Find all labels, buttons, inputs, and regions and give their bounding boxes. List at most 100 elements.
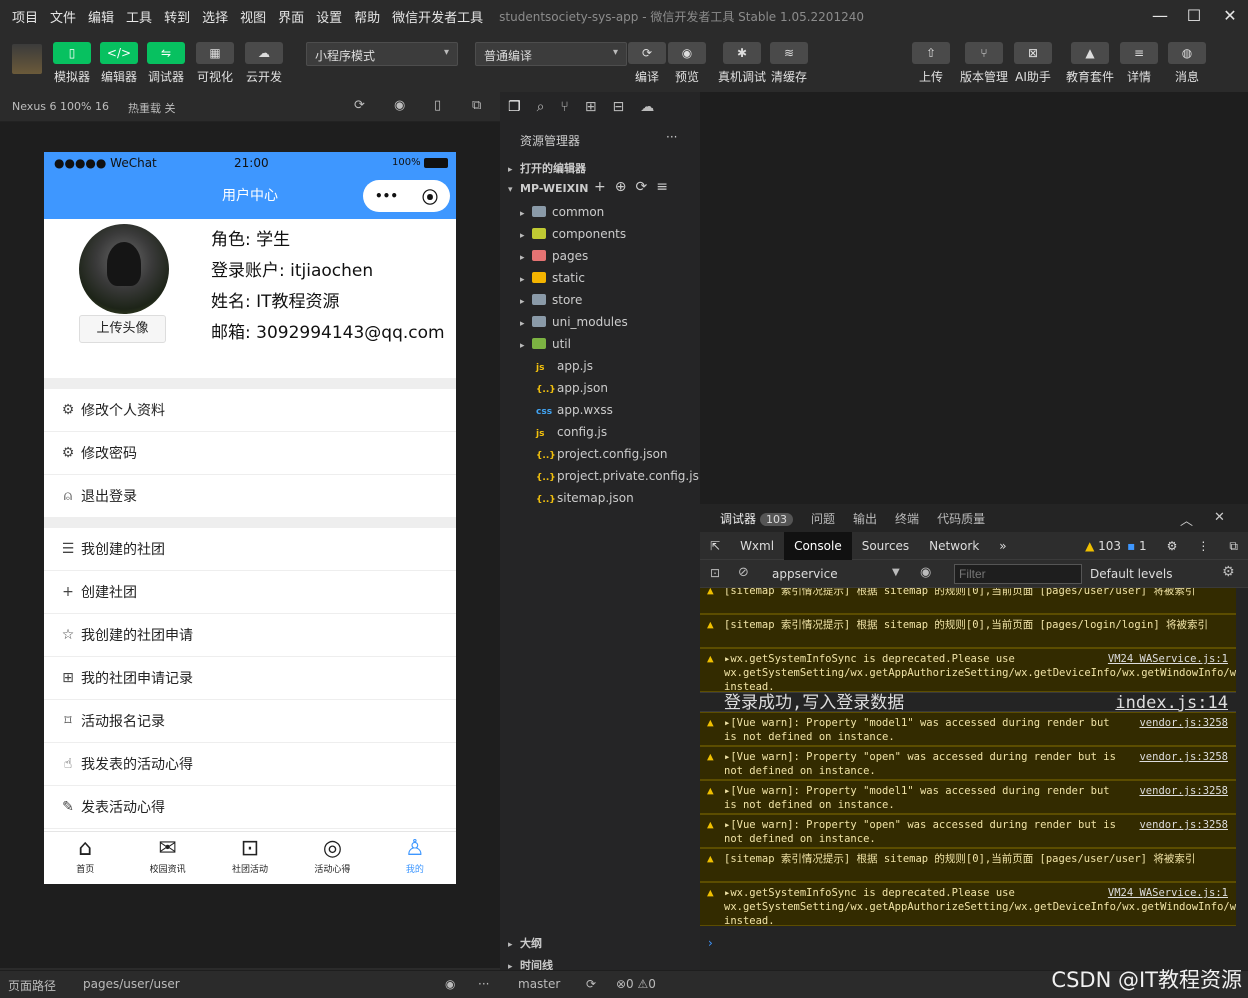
levels-select[interactable]: Default levels: [1090, 567, 1172, 581]
docker-icon[interactable]: ☁: [640, 99, 654, 115]
toolbar-layers-button[interactable]: ≋ 清缓存: [770, 42, 808, 85]
rotate-icon[interactable]: ⟳: [354, 98, 365, 113]
console-message[interactable]: ▲ vendor.js:3258 ▸[Vue warn]: Property "op…: [700, 814, 1236, 848]
files-icon[interactable]: ❐: [508, 99, 521, 115]
popout-icon[interactable]: ⧉: [472, 98, 481, 113]
menu-row[interactable]: ✎ 发表活动心得: [44, 786, 456, 829]
more-icon[interactable]: ···: [478, 977, 489, 991]
menu-item[interactable]: 帮助: [354, 7, 380, 26]
toolbar-layout-button[interactable]: ▦ 可视化: [196, 42, 234, 85]
menu-item[interactable]: 文件: [50, 7, 76, 26]
console-message[interactable]: ▲ [sitemap 索引情况提示] 根据 sitemap 的规则[0],当前页面…: [700, 848, 1236, 882]
sync-icon[interactable]: ⟳: [586, 977, 596, 991]
source-link[interactable]: VM24 WAService.js:1: [1108, 652, 1228, 666]
context-select[interactable]: appservice: [772, 567, 838, 581]
console-message[interactable]: index.js:14 登录成功,写入登录数据: [700, 692, 1236, 712]
eye-icon[interactable]: ◉: [920, 565, 931, 580]
device-icon[interactable]: ▯: [434, 98, 441, 113]
filter-input[interactable]: [954, 564, 1082, 584]
page-path-label[interactable]: 页面路径: [8, 977, 56, 994]
menu-item[interactable]: 编辑: [88, 7, 114, 26]
search-icon[interactable]: ⌕: [537, 99, 545, 115]
more-tabs-icon[interactable]: »: [989, 532, 1016, 560]
menu-row[interactable]: + 创建社团: [44, 571, 456, 614]
source-control-icon[interactable]: ⑂: [560, 99, 568, 115]
tab-home[interactable]: ⌂ 首页: [44, 832, 126, 884]
close-button[interactable]: ✕: [1220, 6, 1240, 26]
folder-item[interactable]: ▸ uni_modules: [520, 315, 720, 329]
toolbar-ai-button[interactable]: ⊠ AI助手: [1014, 42, 1052, 85]
source-link[interactable]: vendor.js:3258: [1139, 750, 1228, 764]
problems-label[interactable]: ⊗0 ⚠0: [616, 977, 656, 991]
toolbar-cloud-button[interactable]: ☁ 云开发: [245, 42, 283, 85]
folder-item[interactable]: ▸ common: [520, 205, 720, 219]
open-editors-section[interactable]: ▸ 打开的编辑器: [508, 160, 708, 176]
compile-select[interactable]: 普通编译: [475, 42, 627, 66]
tab-aperture[interactable]: ◎ 活动心得: [291, 832, 373, 884]
more-icon[interactable]: •••: [375, 189, 398, 203]
explorer-actions[interactable]: +⊕⟳≡: [594, 179, 694, 195]
maximize-button[interactable]: ☐: [1184, 6, 1204, 26]
device-select[interactable]: Nexus 6 100% 16: [12, 100, 109, 113]
devtools-tab[interactable]: 输出: [853, 510, 877, 527]
menu-item[interactable]: 项目: [12, 7, 38, 26]
menu-row[interactable]: ☝ 我发表的活动心得: [44, 743, 456, 786]
menu-row[interactable]: ⍝ 退出登录: [44, 475, 456, 518]
console-tab[interactable]: Sources: [852, 532, 919, 560]
toolbar-bell-button[interactable]: ◍ 消息: [1168, 42, 1206, 85]
page-path[interactable]: pages/user/user: [83, 977, 180, 991]
source-link[interactable]: index.js:14: [1115, 695, 1228, 712]
branch-label[interactable]: master: [518, 977, 560, 991]
storage-icon[interactable]: ⊟: [613, 99, 625, 115]
console-settings-icon[interactable]: ⚙: [1222, 564, 1235, 580]
source-link[interactable]: vendor.js:3258: [1139, 784, 1228, 798]
toolbar-bug-button[interactable]: ✱ 真机调试: [718, 42, 766, 85]
console-prompt-icon[interactable]: ›: [708, 936, 713, 950]
console-tab[interactable]: Network: [919, 532, 989, 560]
extensions-icon[interactable]: ⊞: [585, 99, 597, 115]
console-tab[interactable]: Console: [784, 531, 852, 560]
console-message[interactable]: ▲ vendor.js:3258 ▸[Vue warn]: Property "mo…: [700, 780, 1236, 814]
folder-item[interactable]: ▸ pages: [520, 249, 720, 263]
toolbar-upload-button[interactable]: ⇧ 上传: [912, 42, 950, 85]
menu-item[interactable]: 微信开发者工具: [392, 7, 483, 26]
source-link[interactable]: VM24 WAService.js:1: [1108, 886, 1228, 900]
folder-item[interactable]: ▸ components: [520, 227, 720, 241]
tab-activity[interactable]: ⊡ 社团活动: [209, 832, 291, 884]
toolbar-refresh-button[interactable]: ⟳ 编译: [628, 42, 666, 85]
devtools-tab[interactable]: 问题: [811, 510, 835, 527]
devtools-tab[interactable]: 代码质量: [937, 510, 985, 527]
settings-icon[interactable]: ⚙: [1157, 532, 1188, 560]
devtools-tab[interactable]: 终端: [895, 510, 919, 527]
console-tab[interactable]: Wxml: [730, 532, 784, 560]
toolbar-menu-button[interactable]: ≡ 详情: [1120, 42, 1158, 85]
close-circle-icon[interactable]: ⦿: [422, 184, 438, 208]
tab-news[interactable]: ✉ 校园资讯: [126, 832, 208, 884]
stop-icon[interactable]: ◉: [394, 98, 405, 113]
devtools-tab[interactable]: 调试器 103: [720, 510, 794, 527]
menu-row[interactable]: ⌑ 活动报名记录: [44, 700, 456, 743]
menu-item[interactable]: 选择: [202, 7, 228, 26]
console-message[interactable]: ▲ VM24 WAService.js:1 ▸wx.getSystemInfoSyn…: [700, 648, 1236, 693]
collapse-icon[interactable]: ︿: [1180, 510, 1193, 529]
menu-item[interactable]: 工具: [126, 7, 152, 26]
chevron-down-icon[interactable]: ▼: [892, 567, 900, 578]
menu-item[interactable]: 设置: [316, 7, 342, 26]
folder-item[interactable]: ▸ static: [520, 271, 720, 285]
toolbar-code-button[interactable]: </> 编辑器: [100, 42, 138, 85]
console-message[interactable]: ▲ VM24 WAService.js:1 ▸wx.getSystemInfoSyn…: [700, 882, 1236, 927]
toolbar-branch-button[interactable]: ⑂ 版本管理: [960, 42, 1008, 85]
console-message[interactable]: ▲ vendor.js:3258 ▸[Vue warn]: Property "mo…: [700, 712, 1236, 746]
toolbar-eye-button[interactable]: ◉ 预览: [668, 42, 706, 85]
minimize-button[interactable]: —: [1150, 6, 1170, 26]
console-message[interactable]: ▲ [sitemap 索引情况提示] 根据 sitemap 的规则[0],当前页面…: [700, 588, 1236, 614]
upload-avatar-button[interactable]: 上传头像: [79, 315, 166, 343]
toolbar-graduation-button[interactable]: ▲ 教育套件: [1066, 42, 1114, 85]
inspect-icon[interactable]: ⇱: [700, 532, 730, 560]
menu-row[interactable]: ☰ 我创建的社团: [44, 528, 456, 571]
menu-row[interactable]: ☆ 我创建的社团申请: [44, 614, 456, 657]
source-link[interactable]: vendor.js:3258: [1139, 818, 1228, 832]
toolbar-debug-button[interactable]: ⇋ 调试器: [147, 42, 185, 85]
toolbar-phone-button[interactable]: ▯ 模拟器: [53, 42, 91, 85]
console-message[interactable]: ▲ [sitemap 索引情况提示] 根据 sitemap 的规则[0],当前页面…: [700, 614, 1236, 648]
